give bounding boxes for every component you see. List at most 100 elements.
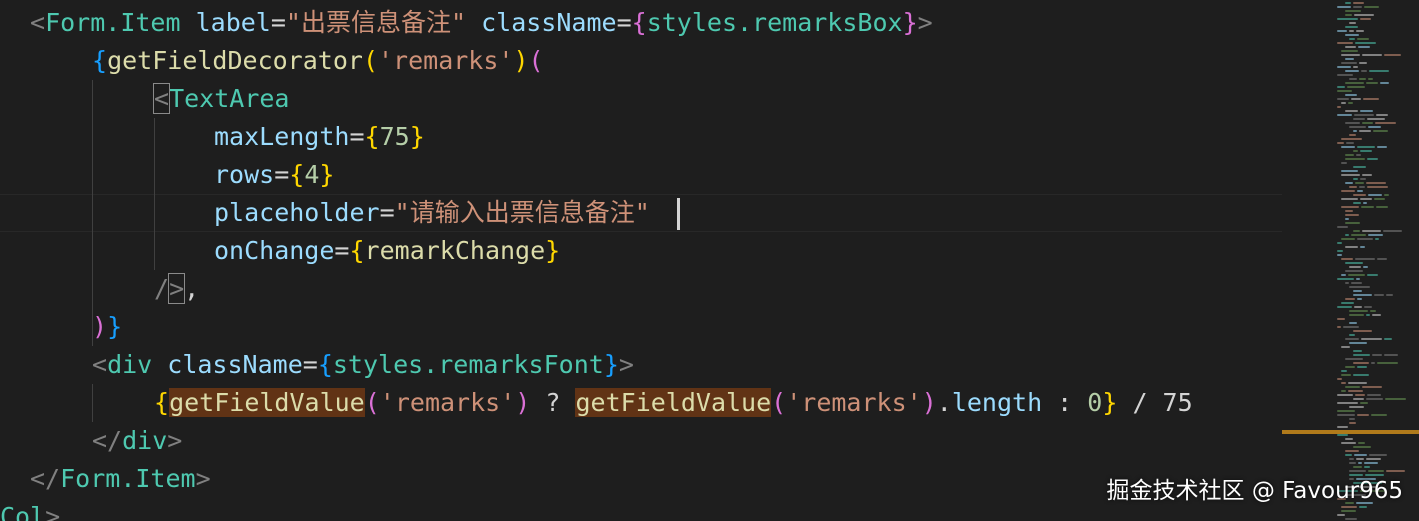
minimap-line bbox=[1341, 138, 1362, 140]
code-token: } bbox=[902, 8, 918, 37]
minimap-line bbox=[1341, 382, 1346, 384]
code-editor[interactable]: <Form.Item label="出票信息备注" className={sty… bbox=[0, 0, 1419, 521]
minimap-line bbox=[1357, 238, 1373, 240]
code-line[interactable]: />, bbox=[154, 270, 199, 308]
code-token: getFieldValue bbox=[169, 388, 365, 417]
minimap-line bbox=[1345, 366, 1355, 368]
code-token: { bbox=[349, 236, 365, 265]
minimap-line bbox=[1353, 350, 1362, 352]
minimap-line bbox=[1360, 150, 1372, 152]
minimap-line bbox=[1345, 10, 1361, 12]
code-line[interactable]: </div> bbox=[92, 422, 182, 460]
minimap-line bbox=[1359, 130, 1371, 132]
code-token: < bbox=[92, 350, 108, 379]
minimap-line bbox=[1384, 194, 1389, 196]
minimap-line bbox=[1353, 466, 1362, 468]
code-line[interactable]: maxLength={75} bbox=[214, 118, 425, 156]
code-line[interactable]: Col> bbox=[0, 498, 60, 521]
minimap-line bbox=[1349, 462, 1356, 464]
minimap-line bbox=[1355, 258, 1375, 260]
minimap-line bbox=[1349, 314, 1364, 316]
code-line[interactable]: </Form.Item> bbox=[30, 460, 211, 498]
code-token: getFieldValue bbox=[575, 388, 772, 417]
code-token: { bbox=[154, 388, 170, 417]
minimap-line bbox=[1337, 278, 1354, 280]
code-token: ) bbox=[513, 46, 529, 75]
code-line[interactable]: )} bbox=[92, 308, 122, 346]
minimap-line bbox=[1363, 202, 1367, 204]
minimap-line bbox=[1360, 178, 1366, 180]
code-line[interactable]: <div className={styles.remarksFont}> bbox=[92, 346, 634, 384]
code-token: Form.Item bbox=[45, 8, 181, 37]
minimap-line bbox=[1337, 142, 1344, 144]
indent-guide bbox=[92, 384, 93, 422]
minimap-line bbox=[1360, 402, 1368, 404]
minimap-line bbox=[1341, 162, 1347, 164]
minimap-line bbox=[1364, 466, 1370, 468]
code-token: = bbox=[616, 8, 632, 37]
minimap-line bbox=[1372, 354, 1382, 356]
minimap-line bbox=[1354, 454, 1367, 456]
minimap-line bbox=[1341, 302, 1354, 304]
minimap-line bbox=[1349, 286, 1370, 288]
code-token: ) bbox=[515, 388, 531, 417]
code-line[interactable]: <TextArea bbox=[152, 80, 290, 118]
minimap-line bbox=[1353, 202, 1361, 204]
minimap-line bbox=[1349, 342, 1367, 344]
minimap-line bbox=[1353, 130, 1357, 132]
code-token: 75 bbox=[379, 122, 410, 151]
code-token: className bbox=[481, 8, 617, 37]
minimap-line bbox=[1341, 54, 1360, 56]
code-token: = bbox=[302, 350, 318, 379]
minimap-line bbox=[1349, 322, 1357, 324]
code-line[interactable]: rows={4} bbox=[214, 156, 334, 194]
minimap[interactable] bbox=[1337, 0, 1419, 521]
minimap-line bbox=[1351, 98, 1361, 100]
code-line[interactable]: {getFieldValue('remarks') ? getFieldValu… bbox=[154, 384, 1193, 422]
minimap-line bbox=[1363, 266, 1368, 268]
minimap-line bbox=[1337, 66, 1351, 68]
code-token: "出票信息备注" bbox=[285, 8, 467, 37]
code-line[interactable]: {getFieldDecorator('remarks')( bbox=[92, 42, 544, 80]
code-token: > bbox=[167, 426, 183, 455]
text-cursor bbox=[677, 198, 680, 230]
code-token: = bbox=[334, 236, 350, 265]
minimap-line bbox=[1353, 118, 1365, 120]
minimap-line bbox=[1368, 78, 1373, 80]
minimap-line bbox=[1384, 54, 1401, 56]
minimap-line bbox=[1337, 254, 1342, 256]
minimap-line bbox=[1337, 318, 1345, 320]
code-token: TextArea bbox=[169, 84, 290, 113]
minimap-line bbox=[1345, 270, 1363, 272]
code-token: length bbox=[951, 388, 1043, 417]
code-token: remarkChange bbox=[364, 236, 546, 265]
minimap-line bbox=[1359, 186, 1365, 188]
code-token: ( bbox=[771, 388, 787, 417]
minimap-line bbox=[1341, 62, 1357, 64]
minimap-line bbox=[1356, 154, 1361, 156]
minimap-line bbox=[1337, 250, 1343, 252]
minimap-line bbox=[1345, 282, 1349, 284]
minimap-line bbox=[1337, 394, 1353, 396]
minimap-line bbox=[1353, 398, 1364, 400]
minimap-line bbox=[1357, 190, 1363, 192]
code-line[interactable]: placeholder="请输入出票信息备注" bbox=[214, 194, 650, 232]
minimap-line bbox=[1361, 70, 1367, 72]
code-line[interactable]: onChange={remarkChange} bbox=[214, 232, 560, 270]
code-token: > bbox=[195, 464, 211, 493]
minimap-line bbox=[1357, 298, 1362, 300]
code-token: , bbox=[184, 274, 200, 303]
code-token: = bbox=[270, 8, 286, 37]
minimap-line bbox=[1349, 78, 1357, 80]
minimap-line bbox=[1364, 462, 1378, 464]
minimap-line bbox=[1360, 110, 1373, 112]
minimap-line bbox=[1337, 30, 1347, 32]
minimap-line bbox=[1358, 442, 1365, 444]
code-line[interactable]: <Form.Item label="出票信息备注" className={sty… bbox=[30, 4, 933, 42]
minimap-line bbox=[1355, 394, 1365, 396]
minimap-line bbox=[1347, 86, 1365, 88]
code-token: </ bbox=[92, 426, 123, 455]
minimap-line bbox=[1375, 122, 1396, 124]
minimap-line bbox=[1345, 222, 1360, 224]
code-token: 'remarks' bbox=[379, 388, 516, 417]
